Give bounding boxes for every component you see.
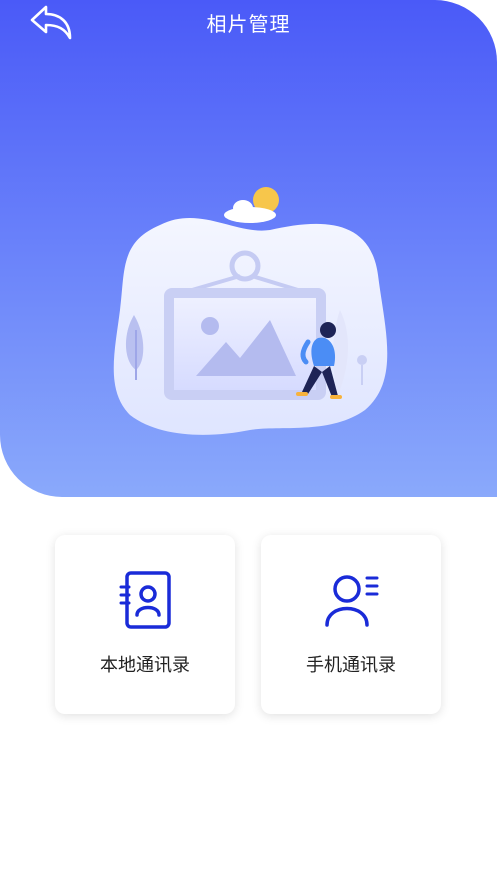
person-list-icon: [325, 575, 379, 627]
local-contacts-label: 本地通讯录: [100, 655, 190, 676]
local-contacts-card[interactable]: 本地通讯录: [55, 535, 235, 714]
sun-cloud-icon: [224, 187, 279, 223]
phone-contacts-card[interactable]: 手机通讯录: [261, 535, 441, 714]
photo-frame-illustration: [113, 187, 388, 435]
page-title: 相片管理: [206, 12, 291, 36]
header-hero: 相片管理: [0, 0, 497, 497]
contact-book-icon: [119, 571, 171, 629]
phone-contacts-label: 手机通讯录: [306, 655, 396, 676]
